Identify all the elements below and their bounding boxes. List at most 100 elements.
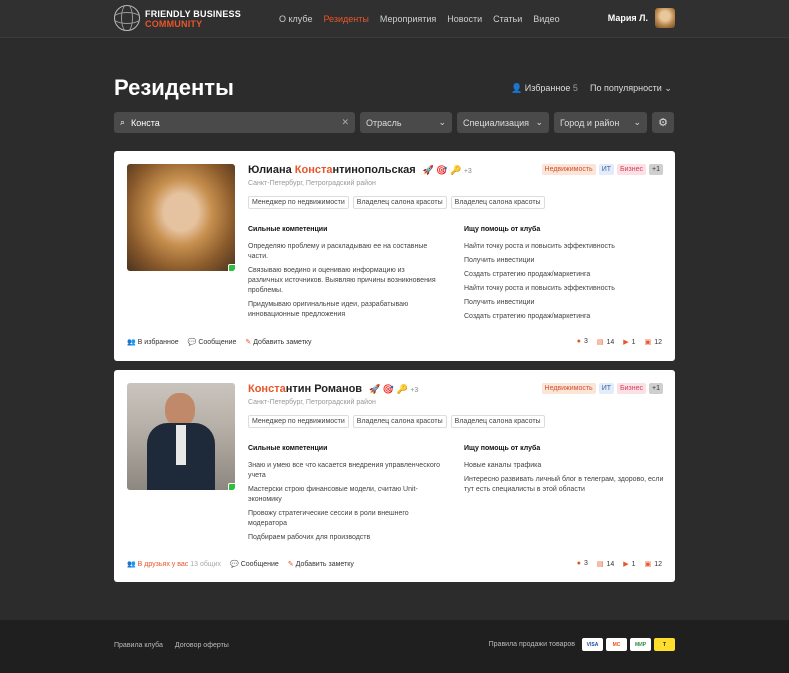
note-button[interactable]: ✎ Добавить заметку	[245, 338, 311, 346]
badge-more[interactable]: +1	[649, 383, 663, 394]
chat-icon: 💬	[230, 561, 239, 568]
footer-link-sales[interactable]: Правила продажи товаров	[489, 641, 575, 648]
people-icon: 👥	[127, 561, 136, 568]
stat-posts: ▤ 14	[597, 338, 614, 346]
rocket-icon: ●	[576, 338, 581, 345]
help-item: Получить инвестиции	[464, 299, 535, 306]
help-item: Интересно развивать личный блог в телегр…	[464, 476, 664, 493]
friends-status[interactable]: 👥 В друзьях у вас 13 общих	[127, 560, 221, 568]
role-tags: Менеджер по недвижимости Владелец салона…	[248, 196, 545, 209]
help-item: Создать стратегию продаж/маркетинга	[464, 313, 591, 320]
friends-label: В друзьях у вас	[137, 561, 189, 568]
strengths-title: Сильные компетенции	[248, 445, 328, 452]
stat-videos: ▶ 1	[623, 338, 635, 346]
nav-video[interactable]: Видео	[533, 14, 559, 24]
stat-value: 3	[583, 560, 588, 567]
help-item: Новые каналы трафика	[464, 462, 542, 469]
city-select[interactable]: Город и район ⌄	[554, 112, 647, 133]
chevron-down-icon: ⌄	[664, 83, 672, 93]
brand-line1: FRIENDLY BUSINESS	[145, 9, 241, 19]
resident-photo[interactable]	[127, 164, 235, 271]
location: Санкт-Петербург, Петроградский район	[248, 180, 376, 187]
card-actions: 👥 В друзьях у вас 13 общих 💬 Сообщение ✎…	[127, 560, 354, 568]
strength-item: Мастерски строю финансовые модели, счита…	[248, 486, 418, 503]
header: FRIENDLY BUSINESS COMMUNITY О клубе Рези…	[0, 0, 789, 38]
message-button[interactable]: 💬 Сообщение	[188, 338, 237, 346]
favorites-count: 5	[572, 83, 578, 93]
avatar[interactable]	[655, 8, 675, 28]
note-button[interactable]: ✎ Добавить заметку	[288, 560, 354, 568]
stat-rockets: ● 3	[577, 560, 588, 568]
payment-info: Правила продажи товаров VISA MC МИР T	[489, 638, 675, 651]
play-icon: ▶	[623, 339, 629, 346]
nav-articles[interactable]: Статьи	[493, 14, 522, 24]
person-add-icon: 👥	[127, 339, 136, 346]
location: Санкт-Петербург, Петроградский район	[248, 399, 376, 406]
chevron-down-icon: ⌄	[438, 117, 446, 127]
sort-label: По популярности	[590, 83, 662, 93]
badge: ИТ	[598, 164, 615, 175]
resident-photo[interactable]	[127, 383, 235, 490]
search-value: Конста	[131, 117, 160, 128]
filter-settings-button[interactable]: ⚙	[652, 112, 674, 133]
list-icon: ▤	[596, 561, 604, 568]
role-tag: Менеджер по недвижимости	[248, 196, 349, 209]
badge: Бизнес	[617, 164, 647, 175]
play-icon: ▶	[623, 561, 629, 568]
nav-residents[interactable]: Резиденты	[323, 14, 368, 24]
note-label: Добавить заметку	[295, 561, 354, 568]
role-tag: Владелец салона красоты	[450, 196, 545, 209]
note-icon: ✎	[287, 561, 294, 568]
badge: Недвижимость	[541, 383, 596, 394]
resident-card[interactable]: Юлиана Константинопольская 🚀 🎯 🔑 +3 Санк…	[114, 151, 675, 361]
stat-value: 1	[631, 339, 636, 346]
note-icon: ✎	[245, 339, 252, 346]
stat-value: 1	[631, 561, 636, 568]
favorite-button[interactable]: 👥 В избранное	[127, 338, 179, 346]
chevron-down-icon: ⌄	[535, 117, 543, 127]
resident-name[interactable]: Юлиана Константинопольская 🚀 🎯 🔑 +3	[248, 164, 472, 176]
online-status	[228, 264, 235, 271]
role-tag: Владелец салона красоты	[450, 415, 545, 428]
favorites-link[interactable]: 👤 Избранное 5	[511, 83, 578, 94]
user-menu[interactable]: Мария Л.	[608, 8, 675, 28]
resident-name[interactable]: Константин Романов 🚀 🎯 🔑 +3	[248, 383, 418, 395]
industry-label: Отрасль	[366, 117, 402, 128]
sort-dropdown[interactable]: По популярности ⌄	[590, 83, 672, 94]
stat-posts: ▤ 14	[597, 560, 614, 568]
nav-about[interactable]: О клубе	[279, 14, 312, 24]
achievement-icons: 🚀 🎯 🔑 +3	[369, 384, 419, 394]
name-part: нтин Романов	[285, 383, 363, 395]
nav-events[interactable]: Мероприятия	[380, 14, 436, 24]
help-item: Создать стратегию продаж/маркетинга	[464, 271, 591, 278]
achievement-icons: 🚀 🎯 🔑 +3	[422, 165, 472, 175]
badge-more[interactable]: +1	[649, 164, 663, 175]
favorite-label: В избранное	[137, 339, 179, 346]
stat-videos: ▶ 1	[623, 560, 635, 568]
footer-link-offer[interactable]: Договор оферты	[175, 642, 229, 649]
industry-select[interactable]: Отрасль ⌄	[360, 112, 452, 133]
name-part: Юлиана	[248, 164, 295, 176]
stat-value: 14	[606, 561, 615, 568]
message-button[interactable]: 💬 Сообщение	[230, 560, 279, 568]
strength-item: Определяю проблему и раскладываю ее на с…	[248, 243, 428, 260]
role-tag: Владелец салона красоты	[352, 415, 447, 428]
help-title: Ищу помощь от клуба	[464, 445, 541, 452]
strength-item: Провожу стратегические сессии в роли вне…	[248, 510, 409, 527]
logo-globe-icon[interactable]	[114, 5, 140, 31]
nav-news[interactable]: Новости	[447, 14, 482, 24]
mastercard-icon: MC	[606, 638, 627, 651]
clear-icon[interactable]: ✕	[341, 117, 349, 128]
note-label: Добавить заметку	[253, 339, 312, 346]
strength-item: Подбираем рабочих для производств	[248, 534, 371, 541]
mutual-count: 13 общих	[190, 561, 222, 568]
calendar-icon: ▣	[644, 561, 652, 568]
stat-value: 12	[654, 561, 662, 568]
search-input[interactable]: ⌕ Конста ✕	[114, 112, 355, 133]
footer-link-rules[interactable]: Правила клуба	[114, 642, 163, 649]
person-icon: 👤	[511, 83, 523, 93]
resident-card[interactable]: Константин Романов 🚀 🎯 🔑 +3 Санкт-Петерб…	[114, 370, 675, 582]
brand-name[interactable]: FRIENDLY BUSINESS COMMUNITY	[145, 9, 241, 29]
specialization-select[interactable]: Специализация ⌄	[457, 112, 549, 133]
favorites-label: Избранное	[524, 83, 571, 93]
